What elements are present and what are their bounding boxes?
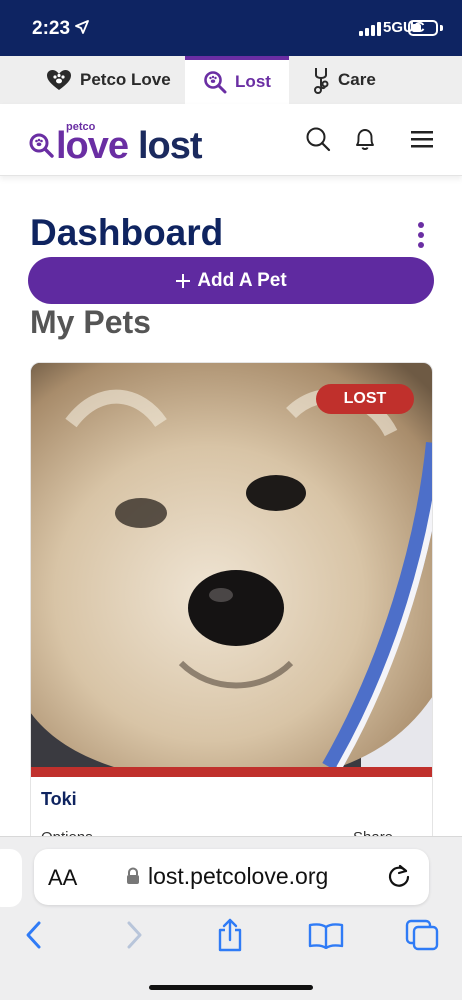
search-button[interactable] xyxy=(303,124,333,154)
forward-button[interactable] xyxy=(116,917,152,953)
home-indicator xyxy=(149,985,313,990)
lock-icon xyxy=(127,867,139,884)
previous-tab-preview[interactable] xyxy=(0,849,22,907)
logo-love-text: love xyxy=(56,125,129,167)
site-header: petco love lost xyxy=(0,104,462,176)
pet-photo[interactable] xyxy=(31,363,433,768)
status-strip xyxy=(31,767,432,777)
back-button[interactable] xyxy=(16,917,52,953)
battery-icon xyxy=(408,20,438,36)
url-text: lost.petcolove.org xyxy=(148,863,329,889)
magnifier-paw-icon xyxy=(204,71,227,94)
tab-petco-love[interactable]: Petco Love xyxy=(46,56,171,104)
brand-tabs: Petco Love Lost Care xyxy=(0,56,462,104)
add-pet-label: Add A Pet xyxy=(197,269,287,291)
page-settings-button[interactable]: AA xyxy=(48,865,77,891)
bell-icon xyxy=(356,129,374,150)
notifications-button[interactable] xyxy=(350,124,380,154)
reload-icon[interactable] xyxy=(386,863,412,889)
add-pet-button[interactable]: Add A Pet xyxy=(28,257,434,304)
page-title: Dashboard xyxy=(30,212,224,253)
back-icon xyxy=(26,921,41,949)
plus-icon xyxy=(176,273,191,288)
status-time: 2:23 xyxy=(32,18,71,39)
stethoscope-icon xyxy=(314,68,329,94)
status-bar: 2:23 5GUC xyxy=(0,0,462,56)
location-arrow-icon xyxy=(75,20,89,34)
status-badge: LOST xyxy=(316,384,414,414)
address-bar[interactable]: AA lost.petcolove.org xyxy=(34,849,429,905)
bookmarks-icon xyxy=(308,923,344,949)
logo-lost-text: lost xyxy=(138,125,203,167)
forward-icon xyxy=(127,921,142,949)
menu-icon xyxy=(411,131,433,148)
battery-tip xyxy=(440,25,443,31)
search-icon xyxy=(306,127,331,152)
tab-care-label: Care xyxy=(338,70,376,89)
tab-care[interactable]: Care xyxy=(312,56,376,104)
tab-petco-love-label: Petco Love xyxy=(80,70,171,89)
section-title-my-pets: My Pets xyxy=(30,304,151,340)
tab-lost[interactable]: Lost xyxy=(185,56,289,104)
tabs-icon xyxy=(405,919,439,951)
more-options-button[interactable] xyxy=(413,222,429,248)
pet-name[interactable]: Toki xyxy=(41,789,77,810)
cellular-signal-icon xyxy=(359,22,381,36)
heart-paw-icon xyxy=(47,70,71,90)
pet-card[interactable]: LOST Toki Options Share xyxy=(30,362,433,842)
menu-button[interactable] xyxy=(407,124,437,154)
tab-lost-label: Lost xyxy=(235,72,271,91)
love-lost-logo[interactable]: petco love lost xyxy=(28,114,228,170)
browser-toolbar: AA lost.petcolove.org xyxy=(0,836,462,1000)
bookmarks-button[interactable] xyxy=(308,917,344,953)
tabs-button[interactable] xyxy=(404,917,440,953)
logo-magnifier-icon xyxy=(29,133,54,158)
share-page-button[interactable] xyxy=(212,917,248,953)
share-icon xyxy=(218,918,242,952)
